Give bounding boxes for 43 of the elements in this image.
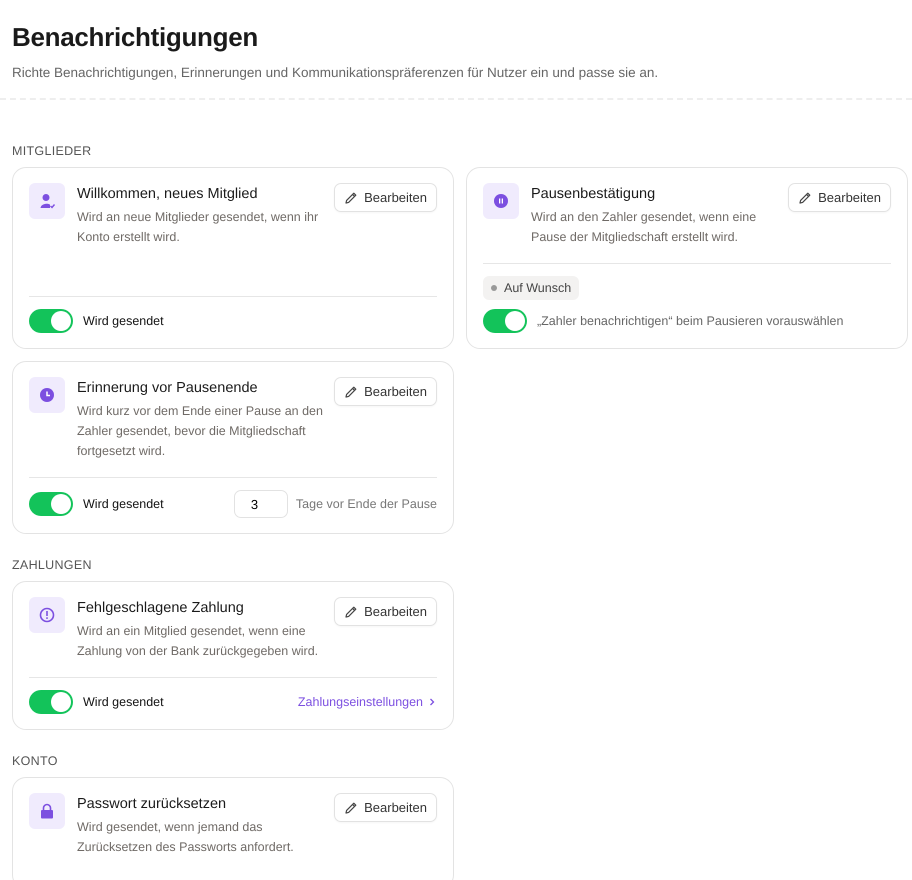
toggle-label: „Zahler benachrichtigen“ beim Pausieren vorauswählen [537, 314, 844, 328]
toggle-label: Wird gesendet [83, 695, 164, 709]
edit-button[interactable]: Bearbeiten [334, 793, 437, 822]
card-description: Wird an neue Mitglieder gesendet, wenn ihr Konto erstellt wird. [77, 209, 320, 246]
settings-link[interactable]: Zahlungseinstellungen [298, 695, 437, 709]
edit-button[interactable]: Bearbeiten [334, 183, 437, 212]
pause-icon [483, 183, 519, 219]
toggle-switch[interactable] [29, 309, 73, 333]
section-heading: MITGLIEDER [12, 144, 92, 158]
toggle-switch[interactable] [483, 309, 527, 333]
section-heading: KONTO [12, 754, 59, 768]
section-heading: ZAHLUNGEN [12, 558, 93, 572]
edit-button[interactable]: Bearbeiten [788, 183, 891, 212]
edit-button[interactable]: Bearbeiten [334, 377, 437, 406]
pencil-icon [798, 190, 812, 204]
card-description: Wird kurz vor dem Ende einer Pause an den Zahler gesendet, bevor die Mitgliedschaft fortgesetzt wird. [77, 403, 324, 460]
pencil-icon [344, 190, 358, 204]
clock-icon [29, 377, 65, 413]
toggle-switch[interactable] [29, 690, 73, 714]
card-description: Wird an ein Mitglied gesendet, wenn eine Zahlung von der Bank zurückgegeben wird. [77, 623, 320, 660]
person-check-icon [29, 183, 65, 219]
card-title: Pausenbestätigung [531, 186, 656, 202]
page-title: Benachrichtigungen [12, 22, 259, 53]
days-input[interactable]: 3 [234, 490, 288, 518]
card-title: Passwort zurücksetzen [77, 796, 228, 812]
lock-icon [29, 793, 65, 829]
card-title: Erinnerung vor Pausenende [77, 380, 259, 396]
days-label: Tage vor Ende der Pause [296, 497, 437, 511]
status-badge: Auf Wunsch [483, 276, 580, 300]
pencil-icon [344, 604, 358, 618]
card-title: Fehlgeschlagene Zahlung [77, 600, 245, 616]
pencil-icon [344, 800, 358, 814]
pencil-icon [344, 384, 358, 398]
edit-button[interactable]: Bearbeiten [334, 597, 437, 626]
card-description: Wird an den Zahler gesendet, wenn eine Pause der Mitgliedschaft erstellt wird. [531, 209, 758, 246]
alert-icon [29, 597, 65, 633]
card-description: Wird gesendet, wenn jemand das Zurücksetzen des Passworts anfordert. [77, 819, 295, 856]
page-subtitle: Richte Benachrichtigungen, Erinnerungen und Kommunikationspräferenzen für Nutzer ein und passe sie an. [12, 65, 660, 80]
toggle-label: Wird gesendet [83, 497, 164, 511]
card-title: Willkommen, neues Mitglied [77, 186, 259, 202]
chevron-right-icon [427, 697, 437, 707]
toggle-label: Wird gesendet [83, 314, 164, 328]
toggle-switch[interactable] [29, 492, 73, 516]
